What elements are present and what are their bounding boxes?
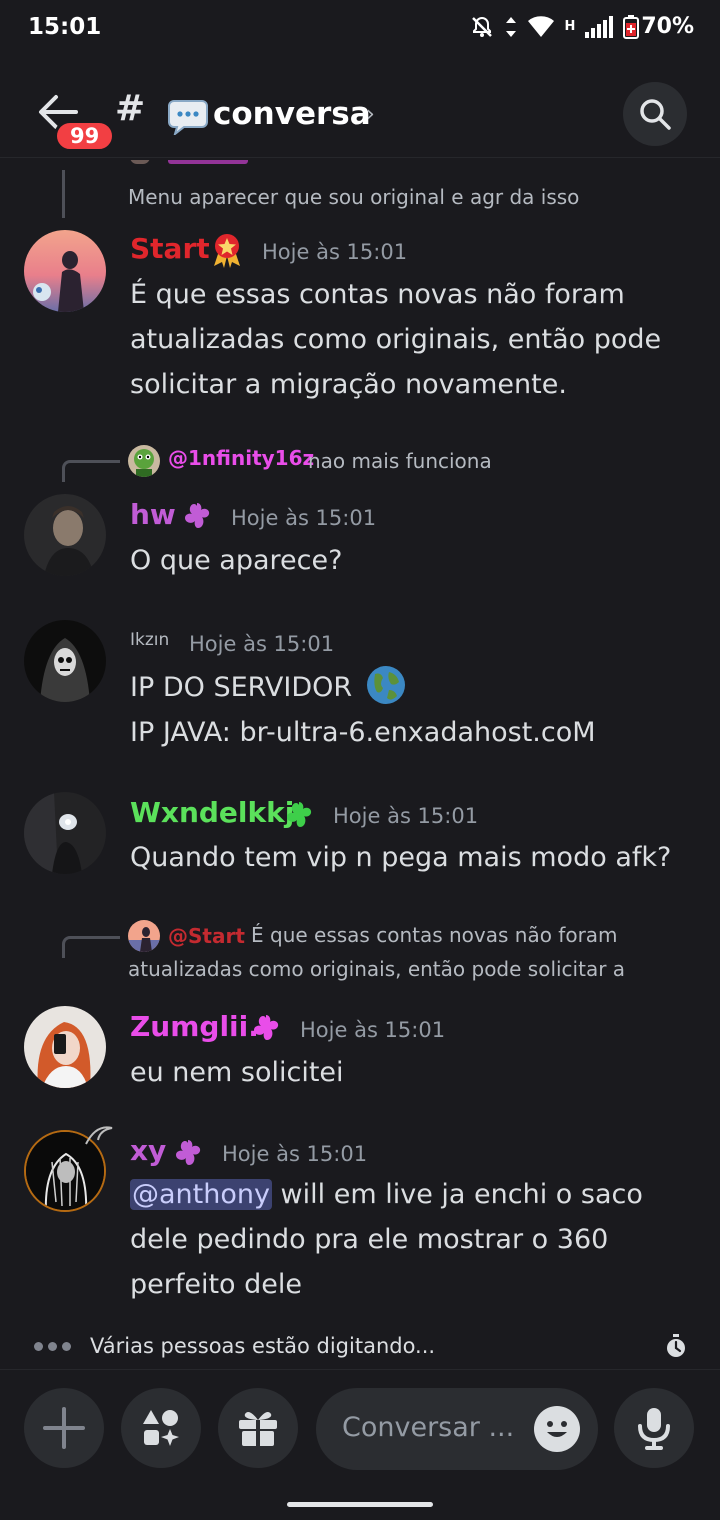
reply-text: É que essas contas novas não foram [251,923,618,947]
gift-button[interactable] [218,1388,298,1468]
battery-icon [623,14,640,39]
stopwatch-icon[interactable] [664,1334,688,1358]
flower-badge-icon [176,1140,201,1165]
data-arrows-icon [506,16,517,37]
message[interactable]: Start Hoje às 15:01 É que essas contas n… [0,226,720,426]
flower-badge-icon [185,503,210,528]
username[interactable]: Wxndelkkj [130,796,294,829]
reply-user[interactable]: @1nfinity16z [168,446,314,470]
message[interactable]: @1nfinity16z nao mais funciona hw Hoje à… [0,440,720,590]
wifi-icon [528,15,555,37]
message-input-placeholder: Conversar ... [342,1412,515,1443]
typing-dots-icon [34,1342,71,1351]
apps-button[interactable] [121,1388,201,1468]
unread-badge: 99 [54,120,116,152]
message-content: O que aparece? [130,545,343,576]
message[interactable]: xy Hoje às 15:01 @anthony will em live j… [0,1122,720,1330]
microphone-icon [638,1408,670,1450]
timestamp: Hoje às 15:01 [333,804,479,828]
message-content: @anthony will em live ja enchi o saco de… [130,1172,690,1307]
message-content: É que essas contas novas não foram atual… [130,279,662,400]
status-bar: 15:01 H 70% [0,0,720,56]
battery-level: 70% [641,14,694,39]
message-line: IP DO SERVIDOR [130,672,353,703]
typing-text: Várias pessoas estão digitando... [90,1334,436,1358]
message-content: Quando tem vip n pega mais modo afk? [130,842,672,873]
timestamp: Hoje às 15:01 [189,632,335,656]
message-text: will em live ja enchi o saco [271,1179,643,1210]
username[interactable]: xy [130,1134,166,1167]
username[interactable]: Ikzın [130,630,169,650]
hash-icon: # [115,88,146,129]
message[interactable]: Wxndelkkj Hoje às 15:01 Quando tem vip n… [0,790,720,890]
message[interactable]: Ikzın Hoje às 15:01 IP DO SERVIDOR IP JA… [0,616,720,766]
reply-avatar [128,445,160,477]
username[interactable]: hw [130,498,176,531]
message-list[interactable]: Menu aparecer que sou original e agr da … [0,160,720,1330]
reply-avatar [128,920,160,952]
globe-icon [366,666,405,704]
signal-icon [585,15,614,38]
flower-badge-icon [254,1015,279,1040]
avatar[interactable] [24,792,106,874]
message-input[interactable]: Conversar ... [316,1388,598,1470]
avatar[interactable] [24,620,106,702]
bell-off-icon [472,16,493,37]
timestamp: Hoje às 15:01 [222,1142,368,1166]
role-badge-icon [214,234,240,268]
message-content: eu nem solicitei [130,1057,344,1088]
reply-text: atualizadas como originais, então pode s… [128,957,626,981]
chevron-right-icon[interactable]: › [366,102,375,127]
avatar[interactable] [24,1006,106,1088]
reply-connector [62,460,120,482]
avatar-decoration-icon [85,1126,113,1145]
flower-badge-icon [287,802,312,827]
reply-user[interactable]: @Start [168,924,245,948]
gift-icon [239,1412,277,1446]
plus-icon [43,1407,85,1449]
message-line: IP JAVA: br-ultra-6.enxadahost.coM [130,717,596,748]
channel-name[interactable]: conversa [213,96,371,132]
reply-connector [62,170,65,218]
typing-indicator: Várias pessoas estão digitando... [0,1330,720,1370]
network-label: H [564,19,576,34]
user-mention[interactable]: @anthony [130,1179,272,1210]
add-attachment-button[interactable] [24,1388,104,1468]
channel-header: 99 # conversa › [0,74,720,158]
reply-text: Menu aparecer que sou original e agr da … [128,185,580,209]
status-icons: H 70% [470,14,694,39]
reply-user-clipped [168,160,248,164]
speech-bubble-icon [168,100,208,135]
timestamp: Hoje às 15:01 [262,240,408,264]
reply-text: nao mais funciona [308,449,492,473]
username[interactable]: Start [130,232,210,265]
message[interactable]: Menu aparecer que sou original e agr da … [0,160,720,220]
timestamp: Hoje às 15:01 [300,1018,446,1042]
search-icon [640,99,671,130]
home-indicator[interactable] [287,1502,433,1507]
status-time: 15:01 [28,14,102,40]
timestamp: Hoje às 15:01 [231,506,377,530]
voice-message-button[interactable] [614,1388,694,1468]
message-composer: Conversar ... [0,1388,720,1474]
emoji-button[interactable] [534,1406,580,1452]
message-content: IP DO SERVIDOR IP JAVA: br-ultra-6.enxad… [130,664,690,755]
reply-avatar [130,160,150,164]
smiley-icon [547,1421,567,1437]
reply-connector [62,936,120,958]
avatar[interactable] [24,494,106,576]
username[interactable]: Zumglii. [130,1010,259,1043]
message[interactable]: @Start É que essas contas novas não fora… [0,916,720,1096]
apps-icon [143,1410,179,1446]
avatar[interactable] [24,230,106,312]
search-button[interactable] [623,82,687,146]
message-text: dele pedindo pra ele mostrar o 360 perfe… [130,1224,609,1300]
